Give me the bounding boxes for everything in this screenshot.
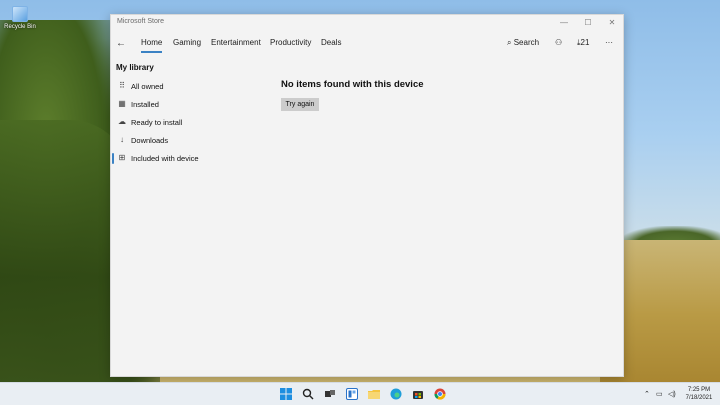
library-title: My library [116,63,154,72]
sidebar-item-all-owned[interactable]: ⠿ All owned [111,80,231,94]
downloads-button[interactable]: ⤓21 [577,38,589,48]
sidebar-item-downloads[interactable]: ↓ Downloads [111,134,231,148]
empty-state-message: No items found with this device [281,79,424,90]
store-icon[interactable] [412,388,424,400]
recycle-bin-shortcut[interactable]: Recycle Bin [2,6,38,30]
tab-productivity[interactable]: Productivity [270,38,311,47]
download-icon: ↓ [120,135,124,144]
tab-deals[interactable]: Deals [321,38,341,47]
widgets-icon[interactable] [346,388,358,400]
close-button[interactable]: ✕ [605,18,619,27]
installed-icon: ▦ [118,99,126,108]
edge-icon[interactable] [390,388,402,400]
file-explorer-icon[interactable] [368,388,380,400]
sidebar-item-label: Installed [131,100,159,109]
top-nav: ← Home Gaming Entertainment Productivity… [111,33,623,59]
clock[interactable]: 7:25 PM 7/18/2021 [680,386,718,402]
gift-icon: ⊞ [118,153,126,162]
sidebar-item-label: All owned [131,82,164,91]
chevron-up-icon[interactable]: ⌃ [644,390,650,398]
sidebar-item-included-with-device[interactable]: ⊞ Included with device [111,152,231,166]
sidebar-item-ready-to-install[interactable]: ☁ Ready to install [111,116,231,130]
account-icon[interactable]: ⚇ [555,38,562,47]
title-bar[interactable]: Microsoft Store — ☐ ✕ [111,15,623,31]
clock-time: 7:25 PM [687,387,711,393]
more-options-icon[interactable]: ··· [605,38,613,47]
cloud-icon: ☁ [118,117,126,126]
tab-entertainment[interactable]: Entertainment [211,38,261,47]
search-icon: ⌕ [507,38,512,47]
sidebar-item-label: Downloads [131,136,169,145]
tab-home[interactable]: Home [141,38,163,53]
search-button[interactable]: ⌕ Search [507,38,539,48]
recycle-bin-label: Recycle Bin [4,24,36,30]
recycle-bin-icon [12,6,28,22]
try-again-button[interactable]: Try again [281,98,319,111]
sidebar-item-installed[interactable]: ▦ Installed [111,98,231,112]
sidebar-item-label: Ready to install [131,118,183,127]
search-icon[interactable] [302,388,314,400]
sidebar-item-label: Included with device [131,154,199,163]
window-title: Microsoft Store [117,18,165,25]
chrome-icon[interactable] [434,388,446,400]
network-icon[interactable]: ▭ [656,390,663,398]
tab-gaming[interactable]: Gaming [173,38,201,47]
clock-date: 7/18/2021 [685,395,713,401]
task-view-icon[interactable] [324,388,336,400]
volume-icon[interactable]: ◁) [668,390,676,398]
maximize-button[interactable]: ☐ [581,18,595,27]
taskbar: ⌃ ▭ ◁) 7:25 PM 7/18/2021 [0,382,720,405]
minimize-button[interactable]: — [557,18,571,27]
grid-icon: ⠿ [119,81,125,90]
back-arrow-icon[interactable]: ← [116,38,126,49]
windows-icon[interactable] [280,388,292,400]
store-window: Microsoft Store — ☐ ✕ ← Home Gaming Ente… [110,14,624,377]
downloads-count: 21 [580,38,590,47]
search-label: Search [513,38,540,47]
